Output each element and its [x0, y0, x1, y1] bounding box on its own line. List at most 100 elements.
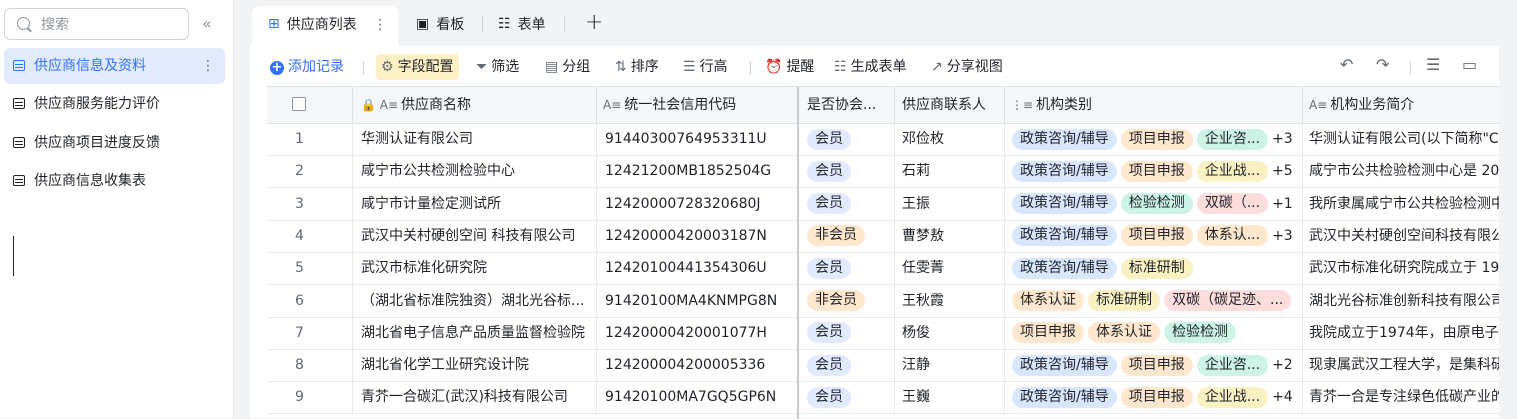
table-row[interactable]: 8 湖北省化学工业研究设计院 124200004200005336 会员 汪静 政策咨询/…: [267, 349, 1499, 383]
cell-category[interactable]: 政策咨询/辅导 标准研制: [1005, 252, 1303, 285]
cell-intro[interactable]: 青芥一合是专注绿色低碳产业的: [1303, 381, 1499, 413]
col-header-member[interactable]: 是否协会...: [799, 87, 895, 123]
field-config-button[interactable]: ⚙ 字段配置: [376, 54, 459, 80]
cell-supplier-name[interactable]: 青芥一合碳汇(武汉)科技有限公司: [353, 381, 597, 414]
comment-icon[interactable]: ▭: [1462, 55, 1477, 74]
table-row[interactable]: 9 青芥一合碳汇(武汉)科技有限公司 91420100MA7GQ5GP6N 会员 王巍政…: [267, 381, 1499, 415]
add-view-icon[interactable]: +: [585, 10, 603, 35]
more-tags-count[interactable]: +1: [1272, 188, 1293, 220]
cell-contact[interactable]: 王振: [895, 187, 1005, 220]
cell-supplier-name[interactable]: 咸宁市公共检测检验中心: [353, 155, 597, 188]
table-row[interactable]: 3 咸宁市计量检定测试所 12420000728320680J 会员 王振 政策咨询/辅导…: [267, 187, 1499, 221]
sort-button[interactable]: ⇅ 排序: [615, 54, 659, 80]
cell-member[interactable]: 非会员: [799, 284, 895, 317]
cell-supplier-name[interactable]: 武汉中关村硬创空间 科技有限公司: [353, 219, 597, 252]
sidebar-item-supplier-info[interactable]: 供应商信息及资料 ⋮: [4, 48, 225, 84]
cell-supplier-name[interactable]: 湖北省电子信息产品质量监督检验院: [353, 316, 597, 349]
cell-member[interactable]: 会员: [799, 155, 895, 188]
cell-credit-code[interactable]: 91420100MA4KNMPG8N: [597, 284, 799, 317]
share-view-button[interactable]: ↗ 分享视图: [931, 54, 1003, 80]
row-height-button[interactable]: ☰ 行高: [683, 54, 728, 80]
cell-contact[interactable]: 王巍: [895, 381, 1005, 414]
tab-more-icon[interactable]: ⋮: [373, 17, 387, 33]
more-tags-count[interactable]: +2: [1272, 349, 1293, 381]
cell-category[interactable]: 政策咨询/辅导 项目申报 企业战... +4: [1005, 381, 1303, 414]
sidebar-item-info-collect[interactable]: 供应商信息收集表: [4, 163, 225, 199]
cell-credit-code[interactable]: 12420000728320680J: [597, 187, 799, 220]
cell-contact[interactable]: 汪静: [895, 349, 1005, 382]
col-header-name[interactable]: 🔒 A≡ 供应商名称: [353, 87, 597, 123]
cell-category[interactable]: 项目申报 体系认证 检验检测: [1005, 316, 1303, 349]
cell-contact[interactable]: 曹梦敖: [895, 219, 1005, 252]
cell-credit-code[interactable]: 12421200MB1852504G: [597, 155, 799, 188]
table-row[interactable]: 5 武汉市标准化研究院 12420100441354306U 会员 任雯菁 政策咨询/辅导…: [267, 252, 1499, 286]
cell-member[interactable]: 会员: [799, 252, 895, 285]
table-row[interactable]: 4 武汉中关村硬创空间 科技有限公司 12420000420003187N 非会员 曹梦…: [267, 219, 1499, 253]
search-box[interactable]: [4, 8, 189, 40]
sidebar-item-progress-feedback[interactable]: 供应商项目进度反馈: [4, 125, 225, 161]
cell-member[interactable]: 会员: [799, 187, 895, 220]
sidebar-item-service-eval[interactable]: 供应商服务能力评价: [4, 86, 225, 122]
cell-contact[interactable]: 王秋霞: [895, 284, 1005, 317]
add-record-button[interactable]: + 添加记录: [270, 54, 344, 80]
tab-supplier-list[interactable]: ⊞ 供应商列表 ⋮: [252, 6, 398, 46]
cell-intro[interactable]: 华测认证有限公司(以下简称"C: [1303, 123, 1499, 155]
search-records-icon[interactable]: ☰: [1426, 55, 1440, 74]
cell-intro[interactable]: 湖北光谷标准创新科技有限公司: [1303, 285, 1499, 317]
cell-category[interactable]: 政策咨询/辅导 项目申报 企业战... +5: [1005, 155, 1303, 188]
col-header-credit-code[interactable]: A≡ 统一社会信用代码: [597, 87, 799, 123]
cell-intro[interactable]: 武汉市标准化研究院成立于 19: [1303, 252, 1499, 284]
group-button[interactable]: ▤ 分组: [545, 54, 590, 80]
redo-icon[interactable]: ↷: [1376, 55, 1389, 74]
cell-supplier-name[interactable]: 咸宁市计量检定测试所: [353, 187, 597, 220]
cell-member[interactable]: 会员: [799, 349, 895, 382]
cell-member[interactable]: 会员: [799, 316, 895, 349]
cell-credit-code[interactable]: 12420000420003187N: [597, 219, 799, 252]
cell-credit-code[interactable]: 12420100441354306U: [597, 252, 799, 285]
tab-kanban[interactable]: ▣ 看板: [416, 8, 464, 42]
cell-category[interactable]: 政策咨询/辅导 项目申报 企业咨... +3: [1005, 123, 1303, 155]
table-row[interactable]: 2 咸宁市公共检测检验中心 12421200MB1852504G 会员 石莉 政策咨询/辅…: [267, 155, 1499, 189]
cell-contact[interactable]: 邓俭枚: [895, 123, 1005, 155]
select-all-checkbox[interactable]: [292, 97, 306, 111]
cell-intro[interactable]: 我所隶属咸宁市公共检验检测中: [1303, 188, 1499, 220]
table-row[interactable]: 6 （湖北省标准院独资）湖北光谷标... 91420100MA4KNMPG8N 非会员…: [267, 284, 1499, 318]
generate-form-button[interactable]: ☷ 生成表单: [834, 54, 907, 80]
cell-member[interactable]: 会员: [799, 123, 895, 155]
cell-supplier-name[interactable]: （湖北省标准院独资）湖北光谷标...: [353, 284, 597, 317]
more-icon[interactable]: ⋮: [201, 48, 215, 84]
cell-supplier-name[interactable]: 武汉市标准化研究院: [353, 252, 597, 285]
col-header-intro[interactable]: A≡ 机构业务简介: [1303, 87, 1499, 123]
cell-contact[interactable]: 石莉: [895, 155, 1005, 188]
cell-contact[interactable]: 任雯菁: [895, 252, 1005, 285]
cell-member[interactable]: 非会员: [799, 219, 895, 252]
filter-button[interactable]: ⏷ 筛选: [476, 54, 519, 80]
cell-intro[interactable]: 现隶属武汉工程大学，是集科研: [1303, 349, 1499, 381]
cell-credit-code[interactable]: 12420000420001077H: [597, 316, 799, 349]
cell-member[interactable]: 会员: [799, 381, 895, 414]
collapse-sidebar-icon[interactable]: «: [202, 14, 212, 33]
search-input[interactable]: [39, 14, 183, 36]
undo-icon[interactable]: ↶: [1340, 55, 1353, 74]
cell-credit-code[interactable]: 91440300764953311U: [597, 123, 799, 155]
cell-category[interactable]: 政策咨询/辅导 项目申报 企业咨... +2: [1005, 349, 1303, 382]
cell-contact[interactable]: 杨俊: [895, 316, 1005, 349]
cell-intro[interactable]: 武汉中关村硬创空间科技有限公: [1303, 220, 1499, 252]
more-tags-count[interactable]: +4: [1272, 381, 1293, 413]
table-row[interactable]: 7 湖北省电子信息产品质量监督检验院 12420000420001077H 会员 杨俊项…: [267, 316, 1499, 350]
more-tags-count[interactable]: +3: [1272, 123, 1293, 155]
cell-supplier-name[interactable]: 湖北省化学工业研究设计院: [353, 349, 597, 382]
more-tags-count[interactable]: +5: [1272, 155, 1293, 187]
cell-supplier-name[interactable]: 华测认证有限公司: [353, 123, 597, 155]
more-tags-count[interactable]: +3: [1272, 220, 1293, 252]
freeze-divider[interactable]: [797, 87, 799, 419]
table-row[interactable]: 1 华测认证有限公司 91440300764953311U 会员 邓俭枚 政策咨询/辅导项…: [267, 123, 1499, 156]
cell-credit-code[interactable]: 91420100MA7GQ5GP6N: [597, 381, 799, 414]
cell-intro[interactable]: 咸宁市公共检验检测中心是 20: [1303, 155, 1499, 187]
cell-credit-code[interactable]: 124200004200005336: [597, 349, 799, 382]
cell-intro[interactable]: 我院成立于1974年，由原电子工: [1303, 317, 1499, 349]
col-header-contact[interactable]: 供应商联系人: [895, 87, 1005, 123]
col-header-category[interactable]: ⋮≡ 机构类别: [1005, 87, 1303, 123]
cell-category[interactable]: 政策咨询/辅导 项目申报 体系认... +3: [1005, 219, 1303, 252]
remind-button[interactable]: ⏰ 提醒: [765, 54, 814, 80]
